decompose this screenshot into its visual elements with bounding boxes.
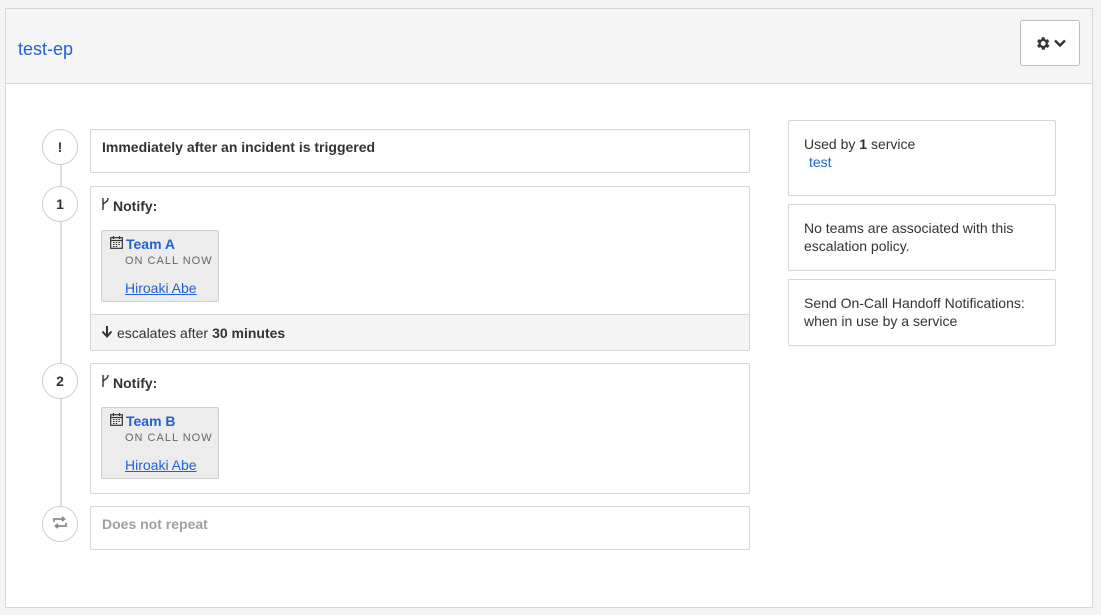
service-link[interactable]: test <box>809 154 832 170</box>
schedule-name: Team A <box>126 236 176 252</box>
escalation-delay-bar: escalates after 30 minutes <box>91 314 749 350</box>
policy-title-link[interactable]: test-ep <box>18 39 73 60</box>
teams-box: No teams are associated with this escala… <box>788 204 1056 271</box>
handoff-box: Send On-Call Handoff Notifications: when… <box>788 279 1056 346</box>
teams-text: No teams are associated with this escala… <box>804 220 1014 254</box>
oncall-status: ON CALL NOW <box>125 255 213 267</box>
schedule-name: Team B <box>126 413 176 429</box>
chevron-down-icon <box>1054 38 1066 48</box>
used-by-prefix: Used by <box>804 136 856 152</box>
trigger-box: Immediately after an incident is trigger… <box>90 129 750 173</box>
calendar-icon <box>110 413 123 429</box>
gear-icon <box>1034 35 1051 52</box>
notify-row: Notify: <box>101 374 157 391</box>
escalates-prefix: escalates after <box>117 324 209 341</box>
branch-icon <box>101 197 110 214</box>
used-by-box: Used by 1 service test <box>788 120 1056 196</box>
notify-label: Notify: <box>113 197 158 214</box>
used-by-suffix: service <box>870 136 916 152</box>
arrow-down-icon <box>101 325 113 341</box>
rule-2-marker: 2 <box>42 363 78 399</box>
notify-label: Notify: <box>113 374 158 391</box>
rule-1-marker: 1 <box>42 186 78 222</box>
rule-1-box: Notify: Team A ON CALL NOW Hiroaki Abe e <box>90 186 750 351</box>
handoff-text: Send On-Call Handoff Notifications: when… <box>804 295 1025 329</box>
branch-icon <box>101 374 110 391</box>
oncall-user-link[interactable]: Hiroaki Abe <box>125 280 197 296</box>
trigger-marker: ! <box>42 129 78 165</box>
notify-row: Notify: <box>101 197 157 214</box>
oncall-user-link[interactable]: Hiroaki Abe <box>125 457 197 473</box>
calendar-icon <box>110 236 123 252</box>
repeat-marker <box>42 506 78 542</box>
repeat-icon <box>51 516 69 532</box>
schedule-link[interactable]: Team A <box>110 236 175 252</box>
settings-dropdown-button[interactable] <box>1020 20 1080 66</box>
rule-2-box: Notify: Team B ON CALL NOW Hiroaki Abe <box>90 363 750 494</box>
schedule-card-team-a: Team A ON CALL NOW Hiroaki Abe <box>101 230 219 302</box>
used-by-count: 1 <box>859 136 868 152</box>
used-by-line: Used by 1 service <box>804 135 1040 153</box>
repeat-text: Does not repeat <box>102 516 208 532</box>
repeat-box: Does not repeat <box>90 506 750 550</box>
trigger-text: Immediately after an incident is trigger… <box>102 139 376 155</box>
schedule-card-team-b: Team B ON CALL NOW Hiroaki Abe <box>101 407 219 479</box>
oncall-status: ON CALL NOW <box>125 432 213 444</box>
escalates-value: 30 minutes <box>212 324 286 341</box>
schedule-link[interactable]: Team B <box>110 413 176 429</box>
panel-header: test-ep <box>6 9 1092 84</box>
